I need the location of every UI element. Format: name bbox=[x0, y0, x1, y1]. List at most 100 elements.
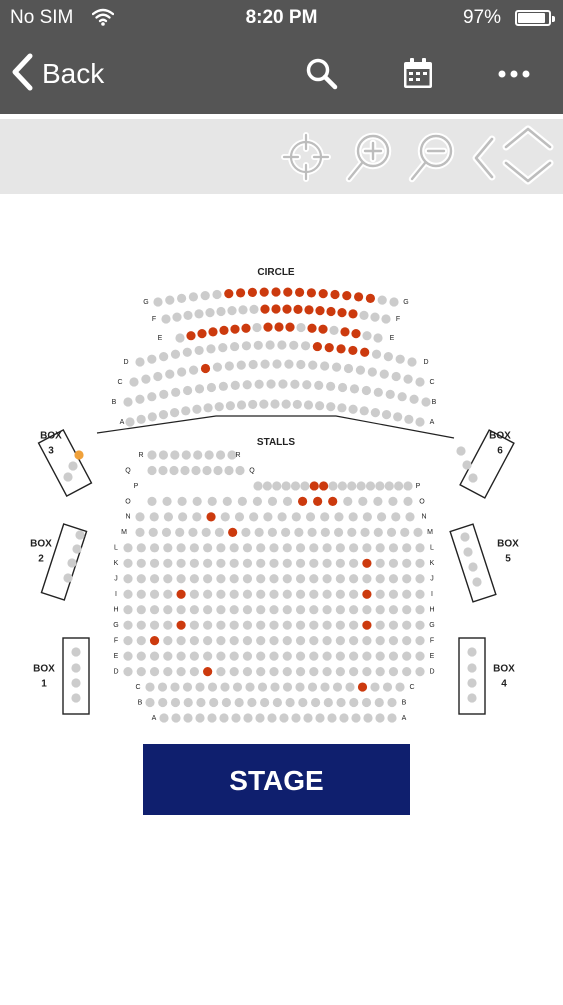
circle-seat-C-12[interactable] bbox=[260, 359, 270, 369]
stalls-seat-H-6[interactable] bbox=[189, 605, 199, 615]
circle-seat-G-17[interactable] bbox=[342, 291, 352, 301]
circle-seat-B-13[interactable] bbox=[266, 379, 276, 389]
stalls-seat-O-5[interactable] bbox=[207, 496, 217, 507]
circle-seat-B-8[interactable] bbox=[206, 382, 217, 393]
circle-seat-A-15[interactable] bbox=[281, 399, 291, 409]
stalls-seat-D-16[interactable] bbox=[322, 666, 332, 677]
stalls-seat-M-20[interactable] bbox=[386, 527, 397, 537]
stalls-seat-Q-9[interactable] bbox=[235, 465, 245, 476]
stalls-seat-C-7[interactable] bbox=[220, 682, 230, 692]
circle-seat-B-2[interactable] bbox=[135, 394, 145, 404]
circle-seat-E-9[interactable] bbox=[263, 322, 273, 332]
back-button[interactable]: Back bbox=[10, 50, 104, 98]
circle-seat-E-14[interactable] bbox=[318, 324, 328, 334]
stalls-seat-E-7[interactable] bbox=[203, 651, 213, 661]
stalls-seat-G-11[interactable] bbox=[256, 620, 266, 630]
stalls-seat-L-16[interactable] bbox=[322, 543, 332, 553]
circle-seat-G-9[interactable] bbox=[247, 287, 257, 297]
stalls-seat-J-12[interactable] bbox=[269, 574, 279, 584]
circle-seat-D-6[interactable] bbox=[194, 345, 204, 356]
circle-seat-A-6[interactable] bbox=[181, 406, 191, 416]
stalls-seat-F-7[interactable] bbox=[203, 636, 213, 646]
stalls-seat-K-3[interactable] bbox=[149, 558, 160, 568]
circle-seat-A-25[interactable] bbox=[393, 412, 403, 422]
stalls-seat-P-6[interactable] bbox=[300, 481, 310, 491]
circle-seat-B-24[interactable] bbox=[397, 392, 407, 402]
stalls-seat-A-1[interactable] bbox=[159, 713, 169, 723]
stalls-seat-A-10[interactable] bbox=[267, 713, 277, 723]
circle-seat-G-11[interactable] bbox=[271, 287, 281, 297]
box-1-seat-3[interactable] bbox=[71, 678, 81, 688]
stalls-seat-H-17[interactable] bbox=[335, 605, 345, 615]
circle-seat-A-20[interactable] bbox=[337, 403, 347, 413]
circle-seat-A-23[interactable] bbox=[370, 408, 380, 418]
circle-seat-F-10[interactable] bbox=[260, 304, 270, 314]
circle-seat-D-20[interactable] bbox=[360, 347, 370, 357]
stalls-seat-F-11[interactable] bbox=[256, 636, 266, 646]
stalls-seat-I-18[interactable] bbox=[349, 589, 359, 599]
stalls-seat-F-13[interactable] bbox=[282, 636, 292, 646]
circle-seat-C-16[interactable] bbox=[308, 360, 318, 370]
stalls-seat-A-6[interactable] bbox=[219, 713, 229, 723]
stalls-seat-E-1[interactable] bbox=[123, 651, 133, 661]
stalls-seat-B-14[interactable] bbox=[310, 697, 321, 708]
stalls-seat-G-8[interactable] bbox=[216, 620, 226, 630]
stalls-seat-M-17[interactable] bbox=[347, 527, 357, 537]
stalls-seat-M-16[interactable] bbox=[333, 527, 344, 537]
circle-seat-A-24[interactable] bbox=[381, 410, 392, 420]
stalls-seat-K-7[interactable] bbox=[203, 558, 213, 568]
stalls-seat-M-9[interactable] bbox=[241, 527, 251, 537]
stalls-seat-E-22[interactable] bbox=[402, 651, 412, 661]
stalls-seat-J-17[interactable] bbox=[335, 574, 345, 584]
stalls-seat-Q-7[interactable] bbox=[213, 465, 223, 476]
stalls-seat-O-15[interactable] bbox=[358, 496, 368, 507]
stalls-seat-O-16[interactable] bbox=[373, 496, 383, 507]
stalls-seat-M-5[interactable] bbox=[188, 527, 198, 537]
circle-seat-C-5[interactable] bbox=[177, 367, 187, 377]
circle-seat-E-12[interactable] bbox=[296, 322, 306, 333]
stalls-seat-G-2[interactable] bbox=[136, 620, 146, 630]
stalls-seat-K-13[interactable] bbox=[282, 558, 292, 568]
circle-seat-D-10[interactable] bbox=[241, 341, 252, 351]
stalls-seat-F-22[interactable] bbox=[402, 636, 412, 646]
stalls-seat-F-21[interactable] bbox=[388, 636, 399, 646]
pan-down-icon[interactable] bbox=[502, 157, 554, 192]
stalls-seat-N-18[interactable] bbox=[376, 512, 387, 522]
stalls-seat-D-17[interactable] bbox=[335, 666, 345, 677]
stalls-seat-E-14[interactable] bbox=[295, 651, 306, 661]
stalls-seat-F-19[interactable] bbox=[362, 636, 372, 646]
circle-seat-G-3[interactable] bbox=[177, 293, 187, 303]
circle-seat-A-9[interactable] bbox=[214, 402, 224, 412]
circle-seat-C-21[interactable] bbox=[367, 367, 377, 377]
stalls-seat-C-6[interactable] bbox=[207, 682, 218, 692]
stalls-seat-E-11[interactable] bbox=[256, 651, 266, 661]
stalls-seat-I-20[interactable] bbox=[375, 589, 385, 599]
stalls-seat-F-1[interactable] bbox=[123, 636, 133, 646]
stalls-seat-H-14[interactable] bbox=[295, 605, 306, 615]
circle-seat-E-5[interactable] bbox=[219, 325, 229, 335]
stalls-seat-M-22[interactable] bbox=[413, 527, 423, 537]
stalls-seat-L-17[interactable] bbox=[335, 543, 345, 553]
stalls-seat-L-1[interactable] bbox=[123, 543, 133, 553]
stalls-seat-E-4[interactable] bbox=[163, 651, 173, 661]
stalls-seat-H-12[interactable] bbox=[269, 605, 279, 615]
stalls-seat-K-5[interactable] bbox=[176, 558, 186, 568]
box-4-seat-1[interactable] bbox=[467, 647, 477, 657]
stalls-seat-L-15[interactable] bbox=[309, 543, 319, 553]
stalls-seat-H-16[interactable] bbox=[322, 605, 332, 615]
circle-seat-D-21[interactable] bbox=[371, 349, 382, 359]
stalls-seat-B-15[interactable] bbox=[323, 697, 333, 708]
zoom-out-icon[interactable] bbox=[406, 129, 460, 194]
stalls-seat-H-7[interactable] bbox=[203, 605, 213, 615]
circle-seat-F-1[interactable] bbox=[161, 314, 171, 324]
circle-seat-D-18[interactable] bbox=[336, 344, 346, 354]
circle-seat-B-15[interactable] bbox=[290, 379, 300, 389]
stalls-seat-M-4[interactable] bbox=[175, 527, 185, 537]
circle-seat-A-12[interactable] bbox=[248, 399, 258, 410]
box-4-seat-2[interactable] bbox=[467, 663, 477, 673]
zoom-in-icon[interactable] bbox=[343, 129, 397, 194]
box-1-seat-4[interactable] bbox=[71, 693, 81, 703]
stalls-seat-N-12[interactable] bbox=[291, 512, 301, 522]
circle-seat-C-24[interactable] bbox=[403, 374, 413, 384]
stalls-seat-C-21[interactable] bbox=[395, 682, 405, 692]
